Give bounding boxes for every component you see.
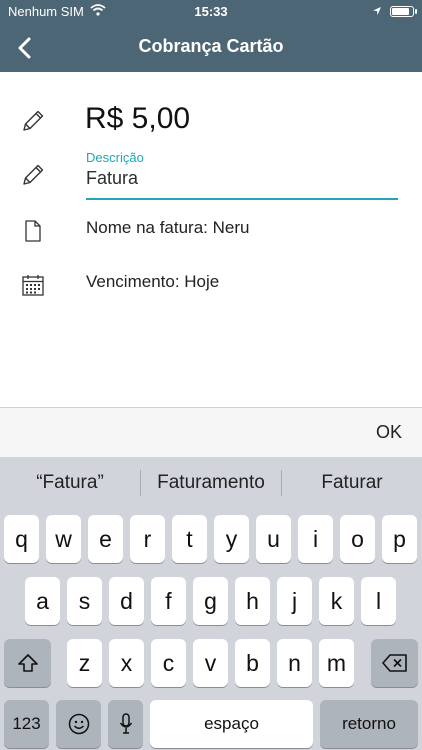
key-s[interactable]: s	[67, 577, 102, 625]
suggestion-bar: “Fatura” Faturamento Faturar	[0, 457, 422, 509]
invoice-name-row[interactable]: Nome na fatura: Neru	[0, 214, 422, 244]
invoice-name-text: Nome na fatura: Neru	[86, 218, 250, 237]
description-row[interactable]: Descrição Fatura	[0, 150, 422, 210]
key-y[interactable]: y	[214, 515, 249, 563]
ok-button[interactable]: OK	[376, 422, 402, 443]
page-title: Cobrança Cartão	[138, 36, 284, 56]
microphone-icon	[119, 713, 132, 734]
key-row-4: 123 espaço retorno	[0, 700, 422, 748]
due-date-row[interactable]: Vencimento: Hoje	[0, 268, 422, 298]
key-t[interactable]: t	[172, 515, 207, 563]
status-time: 15:33	[194, 4, 228, 19]
suggestion-item[interactable]: “Fatura”	[0, 472, 140, 494]
emoji-key[interactable]	[56, 700, 101, 748]
key-row-2: a s d f g h j k l	[0, 577, 422, 625]
key-g[interactable]: g	[193, 577, 228, 625]
suggestion-item[interactable]: Faturar	[282, 472, 422, 494]
key-z[interactable]: z	[67, 639, 102, 687]
dictation-key[interactable]	[108, 700, 143, 748]
return-key[interactable]: retorno	[320, 700, 418, 748]
key-j[interactable]: j	[277, 577, 312, 625]
suggestion-item[interactable]: Faturamento	[141, 472, 281, 494]
key-n[interactable]: n	[277, 639, 312, 687]
calendar-icon	[20, 272, 46, 298]
shift-key[interactable]	[4, 639, 51, 687]
key-h[interactable]: h	[235, 577, 270, 625]
amount-value: R$ 5,00	[85, 102, 191, 135]
key-row-1: q w e r t y u i o p	[0, 515, 422, 563]
description-label: Descrição	[86, 150, 144, 165]
keyboard: “Fatura” Faturamento Faturar q w e r t y…	[0, 457, 422, 750]
key-u[interactable]: u	[256, 515, 291, 563]
amount-row[interactable]: R$ 5,00	[0, 100, 422, 144]
status-bar: Nenhum SIM 15:33	[0, 0, 422, 24]
key-row-3: z x c v b n m	[0, 639, 422, 687]
key-x[interactable]: x	[109, 639, 144, 687]
key-d[interactable]: d	[109, 577, 144, 625]
due-date-text: Vencimento: Hoje	[86, 272, 220, 291]
key-b[interactable]: b	[235, 639, 270, 687]
key-k[interactable]: k	[319, 577, 354, 625]
backspace-icon	[381, 654, 407, 672]
key-e[interactable]: e	[88, 515, 123, 563]
backspace-key[interactable]	[371, 639, 418, 687]
key-c[interactable]: c	[151, 639, 186, 687]
key-f[interactable]: f	[151, 577, 186, 625]
key-q[interactable]: q	[4, 515, 39, 563]
key-m[interactable]: m	[319, 639, 354, 687]
pencil-icon	[20, 108, 46, 134]
navigation-bar: Cobrança Cartão	[0, 24, 422, 72]
emoji-icon	[68, 713, 89, 735]
key-a[interactable]: a	[25, 577, 60, 625]
space-key[interactable]: espaço	[150, 700, 313, 748]
description-input[interactable]: Fatura	[86, 168, 398, 200]
key-r[interactable]: r	[130, 515, 165, 563]
key-w[interactable]: w	[46, 515, 81, 563]
document-icon	[20, 218, 46, 244]
battery-icon	[390, 6, 417, 17]
pencil-icon	[20, 162, 46, 188]
keyboard-accessory-bar: OK	[0, 407, 422, 458]
key-o[interactable]: o	[340, 515, 375, 563]
key-p[interactable]: p	[382, 515, 417, 563]
key-l[interactable]: l	[361, 577, 396, 625]
key-i[interactable]: i	[298, 515, 333, 563]
key-v[interactable]: v	[193, 639, 228, 687]
shift-icon	[17, 654, 38, 672]
numbers-key[interactable]: 123	[4, 700, 49, 748]
location-arrow-icon	[372, 4, 382, 19]
